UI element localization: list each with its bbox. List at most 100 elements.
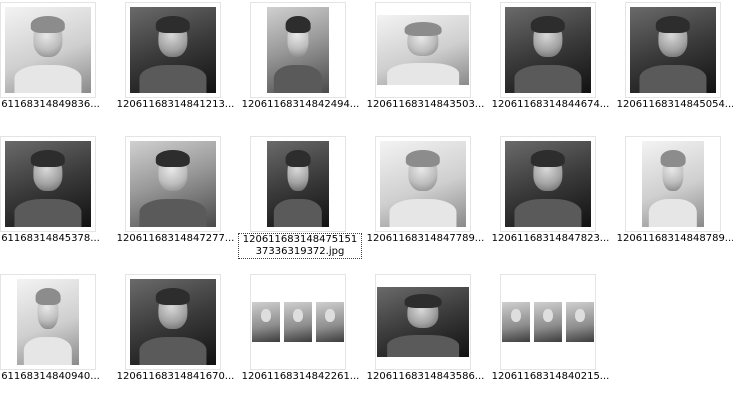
file-item[interactable]: 12061168314845054... <box>613 2 733 130</box>
portrait-body <box>14 65 82 93</box>
file-item[interactable]: 12061168314843586... <box>363 274 488 402</box>
portrait-body <box>273 65 323 93</box>
file-item[interactable]: 12061168314847515137336319372.jpg <box>238 136 363 264</box>
file-name-label[interactable]: 12061168314847823... <box>488 233 613 245</box>
image-preview <box>502 300 594 344</box>
image-preview <box>505 7 591 93</box>
portrait-body <box>139 337 207 365</box>
portrait-preview <box>316 302 344 342</box>
file-thumbnail[interactable] <box>0 2 96 98</box>
portrait-body <box>139 199 207 227</box>
portrait-body <box>14 199 82 227</box>
file-item[interactable]: 12061168314841670... <box>113 274 238 402</box>
file-item[interactable]: 61168314845378... <box>0 136 113 264</box>
file-item[interactable]: 12061168314847277... <box>113 136 238 264</box>
portrait-hair <box>35 287 61 305</box>
portrait-body <box>387 334 459 357</box>
file-name-label[interactable]: 61168314845378... <box>0 233 113 245</box>
file-name-label[interactable]: 12061168314843503... <box>363 99 488 111</box>
file-name-label[interactable]: 12061168314847277... <box>113 233 238 245</box>
portrait-hair <box>405 149 441 167</box>
file-item[interactable]: 61168314840940... <box>0 274 113 402</box>
file-thumbnail[interactable] <box>250 274 346 370</box>
file-item[interactable]: 12061168314848789... <box>613 136 733 264</box>
portrait-body <box>648 199 698 227</box>
image-preview <box>5 7 91 93</box>
portrait-hair <box>404 294 442 308</box>
portrait-hair <box>660 149 686 167</box>
portrait-hair <box>30 15 66 33</box>
image-preview <box>5 141 91 227</box>
file-thumbnail[interactable] <box>125 136 221 232</box>
portrait-preview <box>534 302 562 342</box>
file-name-label[interactable]: 12061168314848789... <box>613 233 733 245</box>
portrait-body <box>639 65 707 93</box>
file-thumbnail[interactable] <box>250 2 346 98</box>
file-name-label[interactable]: 12061168314843586... <box>363 371 488 383</box>
file-thumbnail[interactable] <box>500 2 596 98</box>
file-item[interactable]: 12061168314841213... <box>113 2 238 130</box>
portrait-body <box>23 337 73 365</box>
portrait-body <box>387 62 459 85</box>
file-name-label[interactable]: 12061168314841670... <box>113 371 238 383</box>
file-item[interactable]: 12061168314847823... <box>488 136 613 264</box>
image-preview <box>17 279 79 365</box>
file-name-label[interactable]: 12061168314847789... <box>363 233 488 245</box>
file-item[interactable]: 61168314849836... <box>0 2 113 130</box>
file-item[interactable]: 12061168314840215... <box>488 274 613 402</box>
image-preview <box>130 7 216 93</box>
portrait-preview <box>252 302 280 342</box>
portrait-preview <box>566 302 594 342</box>
file-name-label[interactable]: 12061168314841213... <box>113 99 238 111</box>
file-name-label[interactable]: 12061168314847515137336319372.jpg <box>238 233 362 259</box>
portrait-hair <box>155 149 191 167</box>
portrait-body <box>139 65 207 93</box>
portrait-preview <box>284 302 312 342</box>
file-thumbnail[interactable] <box>500 274 596 370</box>
portrait-hair <box>404 22 442 36</box>
file-thumbnail[interactable] <box>0 274 96 370</box>
image-preview <box>380 141 466 227</box>
file-name-label[interactable]: 61168314849836... <box>0 99 113 111</box>
image-preview <box>130 141 216 227</box>
portrait-body <box>514 199 582 227</box>
portrait-body <box>514 65 582 93</box>
portrait-hair <box>155 15 191 33</box>
file-name-label[interactable]: 12061168314842261... <box>238 371 363 383</box>
portrait-hair <box>655 15 691 33</box>
file-item[interactable]: 12061168314844674... <box>488 2 613 130</box>
portrait-body <box>273 199 323 227</box>
portrait-hair <box>530 15 566 33</box>
file-thumbnail[interactable] <box>125 274 221 370</box>
image-preview <box>505 141 591 227</box>
portrait-hair <box>285 15 311 33</box>
file-item[interactable]: 12061168314847789... <box>363 136 488 264</box>
file-thumbnail[interactable] <box>500 136 596 232</box>
file-thumbnail[interactable] <box>625 136 721 232</box>
image-preview <box>130 279 216 365</box>
image-preview <box>267 141 329 227</box>
file-thumbnail[interactable] <box>125 2 221 98</box>
file-thumbnail[interactable] <box>625 2 721 98</box>
file-item[interactable]: 12061168314842494... <box>238 2 363 130</box>
file-thumbnail[interactable] <box>0 136 96 232</box>
file-name-label[interactable]: 12061168314845054... <box>613 99 733 111</box>
portrait-preview <box>502 302 530 342</box>
file-thumbnail[interactable] <box>375 274 471 370</box>
portrait-hair <box>285 149 311 167</box>
thumbnail-grid: 61168314849836... 12061168314841213... 120… <box>0 0 733 402</box>
file-thumbnail[interactable] <box>375 136 471 232</box>
file-thumbnail[interactable] <box>250 136 346 232</box>
file-item[interactable]: 12061168314842261... <box>238 274 363 402</box>
file-name-label[interactable]: 12061168314840215... <box>488 371 613 383</box>
image-preview <box>377 287 469 357</box>
image-preview <box>642 141 704 227</box>
portrait-hair <box>530 149 566 167</box>
file-name-label[interactable]: 12061168314842494... <box>238 99 363 111</box>
file-item[interactable]: 12061168314843503... <box>363 2 488 130</box>
file-name-label[interactable]: 61168314840940... <box>0 371 113 383</box>
file-thumbnail[interactable] <box>375 2 471 98</box>
file-name-label[interactable]: 12061168314844674... <box>488 99 613 111</box>
image-preview <box>252 300 344 344</box>
portrait-hair <box>155 287 191 305</box>
